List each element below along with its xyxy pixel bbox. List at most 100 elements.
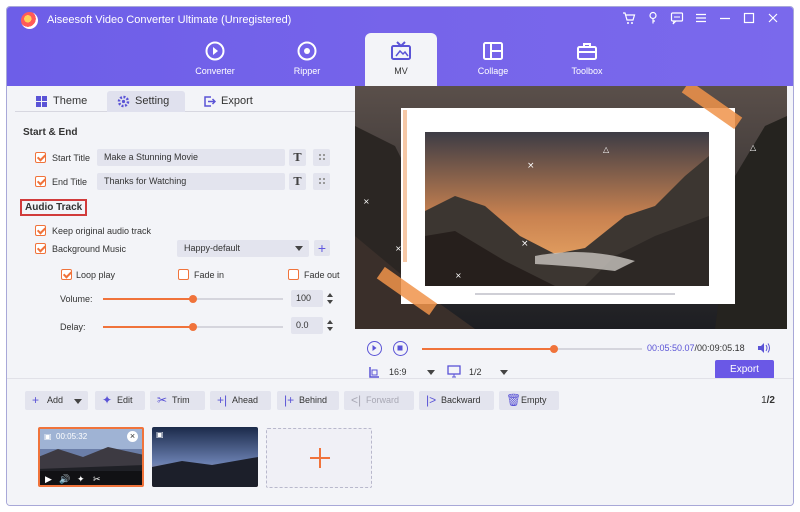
delay-spinner[interactable]	[325, 317, 337, 334]
settings-panel: Theme Setting Export Start & End Start T…	[15, 86, 355, 378]
nav-converter-label: Converter	[195, 66, 235, 76]
converter-icon	[205, 41, 225, 61]
end-title-input[interactable]: Thanks for Watching	[97, 173, 285, 190]
forward-label: Forward	[366, 395, 400, 405]
clip-edit-icon[interactable]: ✦	[77, 474, 85, 485]
volume-spinner[interactable]	[325, 290, 337, 307]
scissors-icon: ✂	[157, 393, 168, 407]
tab-export[interactable]: Export	[193, 91, 263, 112]
delay-slider[interactable]	[103, 323, 283, 331]
remove-clip-icon[interactable]: ×	[127, 431, 138, 442]
plus-icon	[310, 448, 330, 468]
svg-text:×: ×	[395, 244, 402, 253]
end-title-checkbox[interactable]	[35, 176, 46, 187]
trim-button[interactable]: ✂ Trim	[150, 391, 205, 410]
current-time: 00:05:50.07	[647, 343, 695, 353]
cart-icon[interactable]	[619, 11, 639, 29]
volume-input[interactable]: 100	[291, 290, 323, 307]
trim-label: Trim	[172, 395, 190, 405]
export-button[interactable]: Export	[715, 360, 774, 379]
window-controls	[619, 11, 783, 29]
volume-label: Volume:	[60, 294, 93, 304]
chat-icon[interactable]	[667, 11, 687, 29]
svg-text:×: ×	[363, 197, 370, 206]
start-title-input[interactable]: Make a Stunning Movie	[97, 149, 285, 166]
playback-thumb[interactable]	[550, 345, 558, 353]
start-title-grid-icon[interactable]	[313, 149, 330, 166]
screen-dropdown-icon[interactable]	[500, 370, 508, 375]
add-button[interactable]: + Add	[25, 391, 88, 410]
nav-collage-label: Collage	[477, 66, 509, 76]
app-window: Aiseesoft Video Converter Ultimate (Unre…	[6, 6, 794, 506]
behind-button[interactable]: |+ Behind	[277, 391, 339, 410]
loop-play-checkbox[interactable]	[61, 269, 72, 280]
nav-ripper[interactable]: Ripper	[271, 33, 343, 86]
clip-audio-icon[interactable]: 🔊	[59, 474, 70, 485]
screen-value[interactable]: 1/2	[469, 367, 482, 377]
fade-out-checkbox[interactable]	[288, 269, 299, 280]
delay-slider-fill	[103, 326, 193, 328]
key-icon[interactable]	[643, 11, 663, 29]
backward-button[interactable]: |> Backward	[419, 391, 494, 410]
tab-export-label: Export	[221, 95, 253, 107]
nav-converter[interactable]: Converter	[179, 33, 251, 86]
forward-button[interactable]: <| Forward	[344, 391, 414, 410]
aspect-ratio-value[interactable]: 16:9	[389, 367, 407, 377]
fade-in-checkbox[interactable]	[178, 269, 189, 280]
nav-mv[interactable]: MV	[365, 33, 437, 86]
fade-in-label: Fade in	[194, 270, 225, 280]
timeline-toolbar: + Add ✦ Edit ✂ Trim +| Ahead |+ Behind <| Forw…	[7, 378, 793, 505]
background-music-label: Background Music	[52, 244, 127, 254]
volume-icon[interactable]	[757, 342, 771, 354]
volume-slider[interactable]	[103, 295, 283, 303]
start-end-heading: Start & End	[23, 127, 78, 138]
end-title-text-icon[interactable]: T	[289, 173, 306, 190]
menu-icon[interactable]	[691, 11, 711, 29]
keep-original-checkbox[interactable]	[35, 225, 46, 236]
page-total: /2	[766, 395, 775, 406]
delay-input[interactable]: 0.0	[291, 317, 323, 334]
nav-toolbox[interactable]: Toolbox	[551, 33, 623, 86]
nav-mv-label: MV	[394, 66, 408, 76]
add-clip-slot[interactable]	[266, 428, 372, 488]
clip-trim-icon[interactable]: ✂	[93, 474, 101, 485]
maximize-icon[interactable]	[739, 11, 759, 29]
start-title-text-icon[interactable]: T	[289, 149, 306, 166]
player-controls: 00:05:50.07/00:09:05.18 16:9 1/2 Export	[355, 329, 787, 379]
volume-slider-thumb[interactable]	[189, 295, 197, 303]
svg-text:△: △	[603, 145, 610, 154]
window-title: Aiseesoft Video Converter Ultimate (Unre…	[47, 14, 292, 26]
clip-thumbnail[interactable]: ▣ 00:05:32 × ▶ 🔊 ✦ ✂	[38, 427, 144, 487]
playback-progress[interactable]	[422, 345, 642, 353]
minimize-icon[interactable]	[715, 11, 735, 29]
volume-slider-fill	[103, 298, 193, 300]
start-title-label: Start Title	[52, 153, 91, 163]
nav-ripper-label: Ripper	[293, 66, 321, 76]
trash-icon: 🗑	[506, 393, 522, 407]
video-preview[interactable]: × △ × × × △ ×	[355, 86, 787, 329]
background-music-select[interactable]: Happy-default	[177, 240, 309, 257]
behind-label: Behind	[299, 395, 328, 405]
monitor-icon	[447, 365, 461, 378]
delay-label: Delay:	[60, 322, 86, 332]
start-title-checkbox[interactable]	[35, 152, 46, 163]
total-time: /00:09:05.18	[694, 343, 745, 353]
edit-button[interactable]: ✦ Edit	[95, 391, 145, 410]
background-music-checkbox[interactable]	[35, 243, 46, 254]
gear-icon	[117, 95, 130, 108]
tab-theme[interactable]: Theme	[25, 91, 95, 112]
clip-thumbnail[interactable]: ▣	[152, 427, 258, 487]
add-music-button[interactable]: +	[314, 240, 330, 256]
delay-slider-thumb[interactable]	[189, 323, 197, 331]
aspect-dropdown-icon[interactable]	[427, 370, 435, 375]
close-icon[interactable]	[763, 11, 783, 29]
play-button[interactable]	[367, 341, 382, 356]
ahead-button[interactable]: +| Ahead	[210, 391, 271, 410]
panel-tabs: Theme Setting Export	[15, 88, 355, 112]
nav-collage[interactable]: Collage	[457, 33, 529, 86]
clip-play-icon[interactable]: ▶	[45, 474, 52, 485]
end-title-grid-icon[interactable]	[313, 173, 330, 190]
empty-button[interactable]: 🗑 Empty	[499, 391, 559, 410]
tab-setting[interactable]: Setting	[107, 91, 185, 112]
stop-button[interactable]	[393, 341, 408, 356]
